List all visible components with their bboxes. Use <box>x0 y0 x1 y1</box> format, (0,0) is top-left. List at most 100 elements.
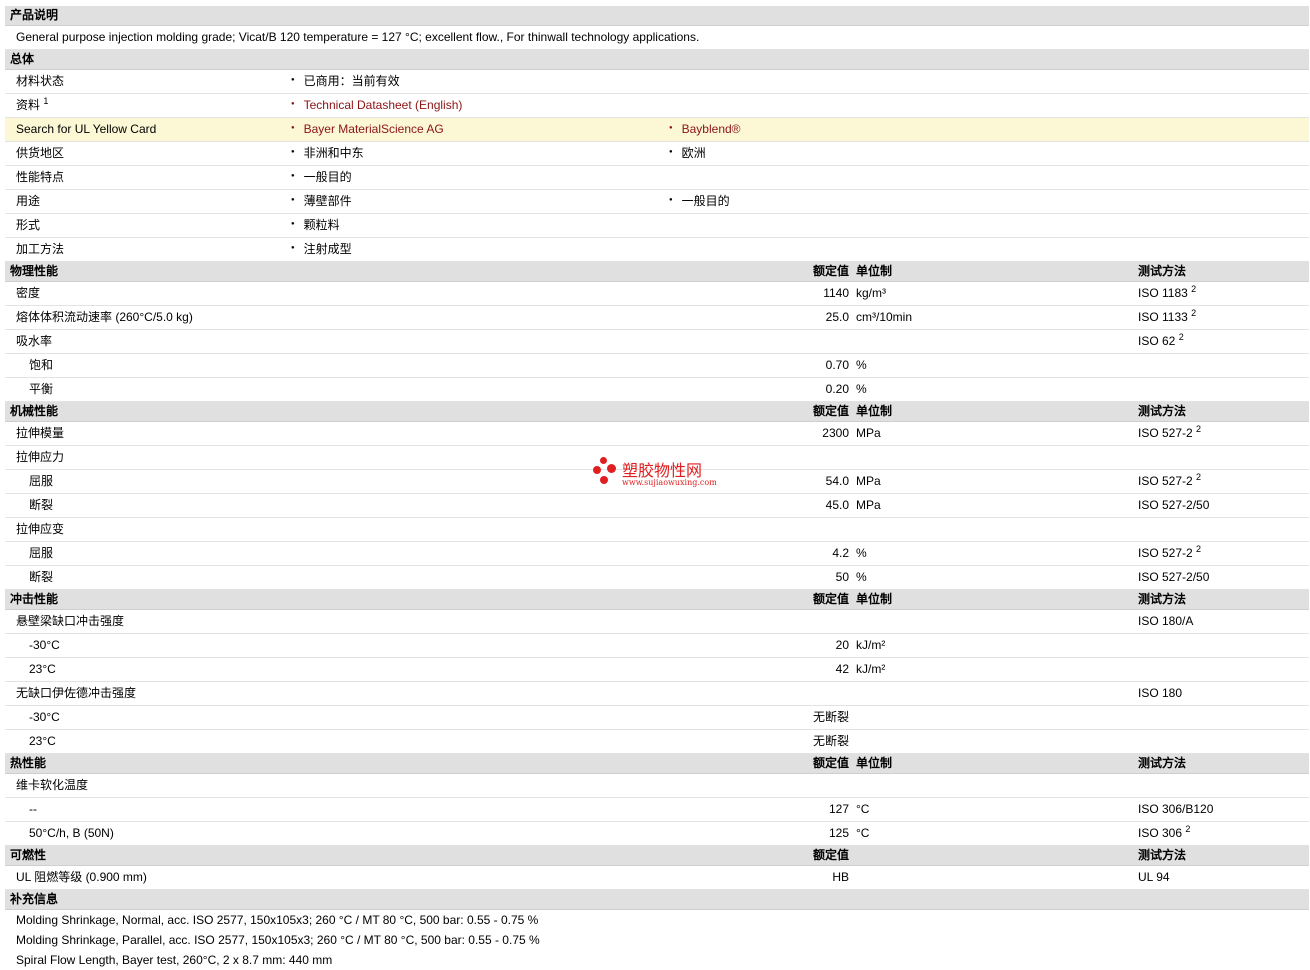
footnote-marker: 2 <box>1196 544 1202 554</box>
property-row: -30°C 无断裂 <box>5 706 1309 730</box>
footnote-marker: 2 <box>1185 824 1191 834</box>
property-value: 127 <box>828 802 849 816</box>
property-label: 50°C/h, B (50N) <box>29 826 114 840</box>
property-value: 125 <box>828 826 849 840</box>
property-value: HB <box>832 870 849 884</box>
section-title: 产品说明 <box>10 8 59 22</box>
general-status-row: 材料状态 已商用：当前有效 <box>5 70 1309 94</box>
region-value: 非洲和中东 <box>291 142 364 165</box>
test-method: ISO 180/A <box>1138 614 1194 628</box>
additional-text: Molding Shrinkage, Parallel, acc. ISO 25… <box>16 933 540 947</box>
brand-link[interactable]: Bayblend® <box>669 118 741 141</box>
property-value: 0.20 <box>825 382 849 396</box>
property-label: 23°C <box>29 662 56 676</box>
property-value: 4.2 <box>832 546 849 560</box>
general-form-row: 形式 颗粒料 <box>5 214 1309 238</box>
property-unit: kg/m³ <box>856 286 886 300</box>
property-value: 0.70 <box>825 358 849 372</box>
section-title: 补充信息 <box>10 892 59 906</box>
section-title: 机械性能 <box>10 404 59 418</box>
property-row: 拉伸模量 2300 MPa ISO 527-2 2 <box>5 422 1309 446</box>
ul-yellow-card-label: Search for UL Yellow Card <box>16 122 157 136</box>
property-row: 悬壁梁缺口冲击强度 ISO 180/A <box>5 610 1309 634</box>
nominal-header: 额定值 <box>812 848 849 862</box>
logo-dot <box>600 476 608 484</box>
section-impact-header: 冲击性能 额定值 单位制 测试方法 <box>5 590 1309 610</box>
footnote-marker: 2 <box>1196 424 1202 434</box>
property-value: 无断裂 <box>812 710 849 724</box>
property-unit: °C <box>856 826 870 840</box>
test-header: 测试方法 <box>1138 264 1187 278</box>
property-label: 吸水率 <box>16 334 53 348</box>
test-header: 测试方法 <box>1138 404 1187 418</box>
test-method: ISO 527-2/50 <box>1138 570 1210 584</box>
property-value: 50 <box>835 570 849 584</box>
property-value: 54.0 <box>825 474 849 488</box>
test-method: ISO 527-2/50 <box>1138 498 1210 512</box>
property-label: 拉伸应力 <box>16 450 65 464</box>
property-label: 屈服 <box>29 546 54 560</box>
footnote-marker: 1 <box>43 96 49 106</box>
row-label: 资料 1 <box>16 94 48 117</box>
property-label: 拉伸模量 <box>16 426 65 440</box>
property-row: 维卡软化温度 <box>5 774 1309 798</box>
additional-row: Molding Shrinkage, Parallel, acc. ISO 25… <box>5 930 1309 950</box>
property-value: 42 <box>835 662 849 676</box>
status-value: 已商用：当前有效 <box>291 70 400 93</box>
property-row: -- 127 °C ISO 306/B120 <box>5 798 1309 822</box>
section-flammability-header: 可燃性 额定值 测试方法 <box>5 846 1309 866</box>
property-row: 密度 1140 kg/m³ ISO 1183 2 <box>5 282 1309 306</box>
property-label: 拉伸应变 <box>16 522 65 536</box>
property-row: 断裂 50 % ISO 527-2/50 <box>5 566 1309 590</box>
property-label: -30°C <box>29 638 60 652</box>
property-label: UL 阻燃等级 (0.900 mm) <box>16 870 147 884</box>
unit-header: 单位制 <box>856 404 893 418</box>
test-method: ISO 306/B120 <box>1138 802 1214 816</box>
property-unit: % <box>856 358 867 372</box>
features-value: 一般目的 <box>291 166 352 189</box>
property-label: 饱和 <box>29 358 54 372</box>
property-value: 20 <box>835 638 849 652</box>
row-label: 材料状态 <box>16 74 65 88</box>
property-row: -30°C 20 kJ/m² <box>5 634 1309 658</box>
property-unit: MPa <box>856 426 881 440</box>
section-title: 可燃性 <box>10 848 47 862</box>
unit-header: 单位制 <box>856 264 893 278</box>
section-title: 物理性能 <box>10 264 59 278</box>
property-row: 饱和 0.70 % <box>5 354 1309 378</box>
property-label: -- <box>29 802 37 816</box>
property-row: 50°C/h, B (50N) 125 °C ISO 306 2 <box>5 822 1309 846</box>
section-title: 热性能 <box>10 756 47 770</box>
section-thermal-header: 热性能 额定值 单位制 测试方法 <box>5 754 1309 774</box>
general-process-row: 加工方法 注射成型 <box>5 238 1309 262</box>
section-description-header: 产品说明 <box>5 6 1309 26</box>
test-method: ISO 1133 2 <box>1138 306 1196 329</box>
property-unit: kJ/m² <box>856 638 886 652</box>
datasheet-link[interactable]: Technical Datasheet (English) <box>291 94 463 117</box>
description-text: General purpose injection molding grade;… <box>16 30 700 44</box>
general-region-row: 供货地区 非洲和中东 欧洲 <box>5 142 1309 166</box>
additional-text: Molding Shrinkage, Normal, acc. ISO 2577… <box>16 913 539 927</box>
property-label: 断裂 <box>29 570 54 584</box>
property-unit: °C <box>856 802 870 816</box>
property-value: 无断裂 <box>812 734 849 748</box>
nominal-header: 额定值 <box>812 756 849 770</box>
property-row: 无缺口伊佐德冲击强度 ISO 180 <box>5 682 1309 706</box>
property-value: 45.0 <box>825 498 849 512</box>
nominal-header: 额定值 <box>812 264 849 278</box>
property-label: 悬壁梁缺口冲击强度 <box>16 614 125 628</box>
property-label: 屈服 <box>29 474 54 488</box>
property-label: 熔体体积流动速率 (260°C/5.0 kg) <box>16 310 193 324</box>
section-additional-header: 补充信息 <box>5 890 1309 910</box>
section-title: 总体 <box>10 52 35 66</box>
section-general-header: 总体 <box>5 50 1309 70</box>
supplier-link[interactable]: Bayer MaterialScience AG <box>291 118 444 141</box>
section-physical-header: 物理性能 额定值 单位制 测试方法 <box>5 262 1309 282</box>
property-label: 平衡 <box>29 382 54 396</box>
row-label: 供货地区 <box>16 146 65 160</box>
property-label: 密度 <box>16 286 41 300</box>
footnote-marker: 2 <box>1196 472 1202 482</box>
general-ul-row: Search for UL Yellow Card Bayer Material… <box>5 118 1309 142</box>
test-header: 测试方法 <box>1138 756 1187 770</box>
property-label: -30°C <box>29 710 60 724</box>
